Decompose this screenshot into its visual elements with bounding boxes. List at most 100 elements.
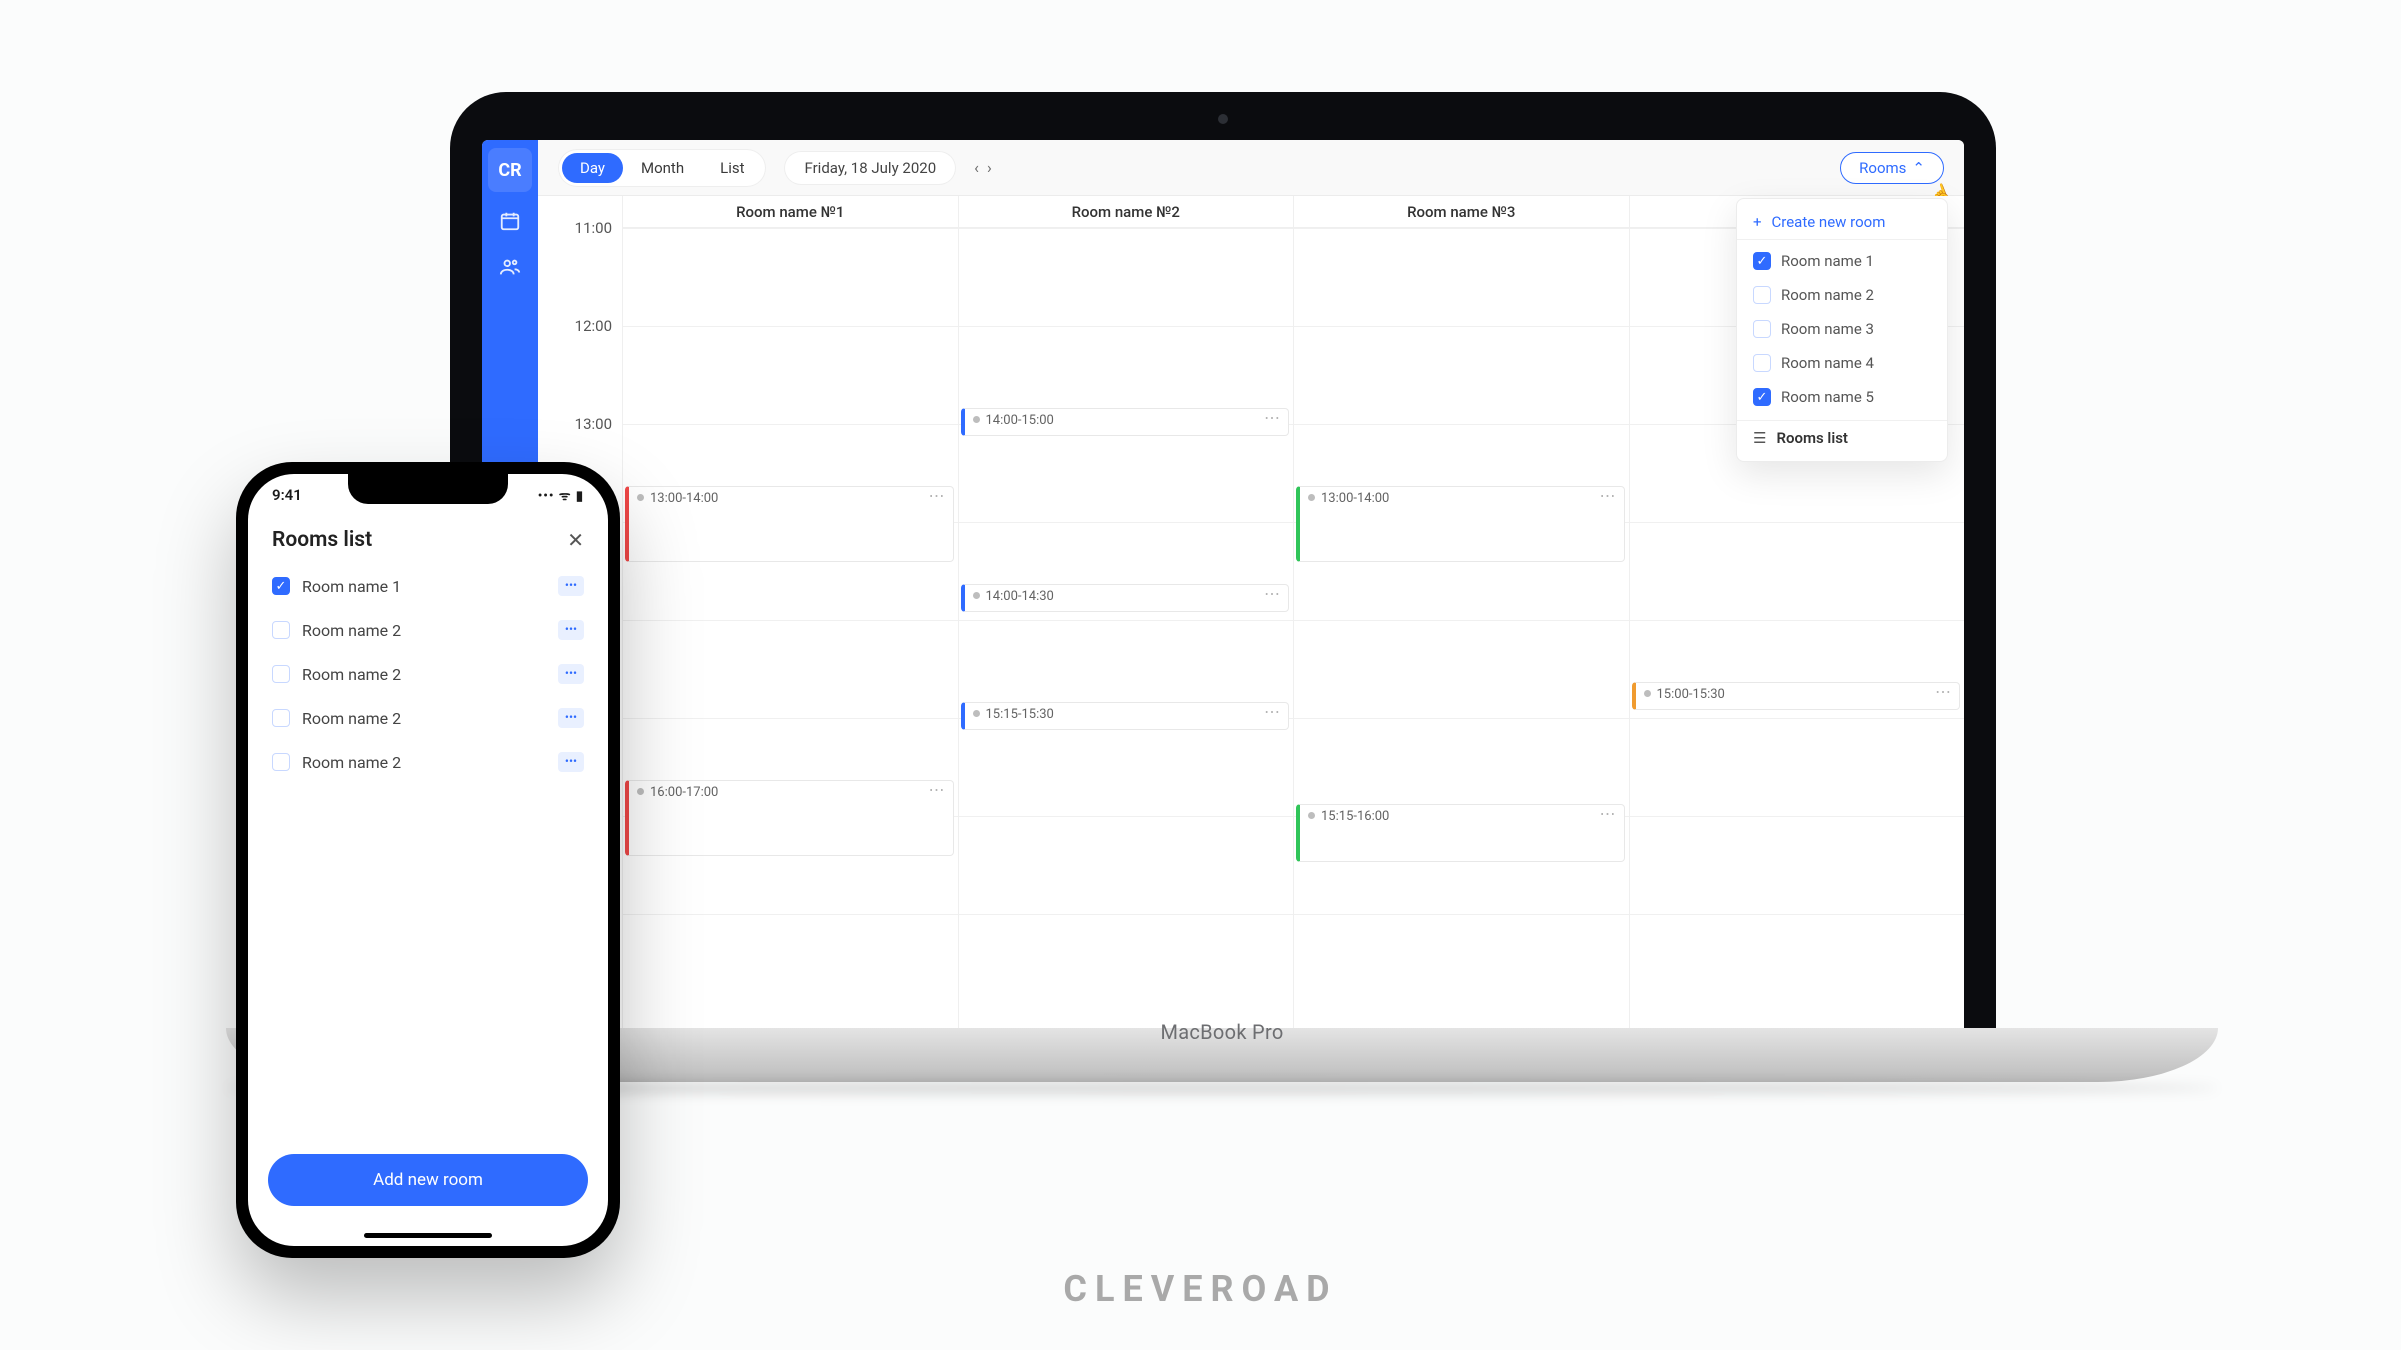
more-icon[interactable]: ••• — [558, 752, 584, 772]
calendar-event[interactable]: 15:15-15:30⋯ — [961, 702, 1290, 730]
view-segment: Day Month List — [558, 149, 766, 187]
checkbox-icon[interactable] — [272, 753, 290, 771]
hour-label: 13:00 — [575, 415, 612, 433]
room-column: Room name №1 13:00-14:00⋯ 16:00-17:00⋯ — [622, 196, 958, 1028]
event-more-icon[interactable]: ⋯ — [1264, 707, 1280, 717]
close-icon[interactable]: ✕ — [567, 528, 584, 552]
phone-title: Rooms list — [272, 528, 372, 552]
room-column: Room name №2 14:00-15:00⋯ 14:00-14:30⋯ 15:1… — [958, 196, 1294, 1028]
more-icon[interactable]: ••• — [558, 620, 584, 640]
event-more-icon[interactable]: ⋯ — [1600, 491, 1616, 501]
segment-month[interactable]: Month — [623, 153, 702, 183]
event-more-icon[interactable]: ⋯ — [1264, 413, 1280, 423]
room-filter-label: Room name 1 — [1781, 252, 1874, 270]
laptop-screen: CR Day Month List Friday, 18 July 2020 — [482, 140, 1964, 1028]
room-filter-item[interactable]: Room name 2 — [1737, 278, 1947, 312]
calendar-event[interactable]: 13:00-14:00⋯ — [1296, 486, 1625, 562]
event-more-icon[interactable]: ⋯ — [929, 785, 945, 795]
phone-room-item[interactable]: Room name 2 ••• — [264, 740, 592, 784]
hour-label: 11:00 — [575, 219, 612, 237]
phone-room-list: ✓Room name 1•••Room name 2•••Room name 2… — [248, 560, 608, 1142]
add-room-button[interactable]: Add new room — [268, 1154, 588, 1206]
phone-room-item[interactable]: Room name 2 ••• — [264, 608, 592, 652]
room-column-header: Room name №1 — [623, 196, 958, 228]
people-icon[interactable] — [499, 256, 521, 284]
checkbox-icon[interactable] — [272, 665, 290, 683]
room-filter-item[interactable]: ✓ Room name 1 — [1737, 244, 1947, 278]
phone-screen: 9:41 ••• ᯤ ▮ Rooms list ✕ ✓ Room name 1 ••… — [248, 474, 608, 1246]
phone-room-item[interactable]: ✓ Room name 1 ••• — [264, 564, 592, 608]
room-column-header: Room name №3 — [1294, 196, 1629, 228]
app-logo: CR — [488, 148, 532, 192]
room-filter-label: Room name 3 — [1781, 320, 1874, 338]
list-icon: ☰ — [1753, 429, 1766, 447]
brand-wordmark: CLEVEROAD — [1063, 1268, 1337, 1310]
checkbox-icon[interactable]: ✓ — [1753, 252, 1771, 270]
checkbox-icon[interactable] — [1753, 320, 1771, 338]
room-filter-item[interactable]: Room name 4 — [1737, 346, 1947, 380]
date-label[interactable]: Friday, 18 July 2020 — [784, 151, 956, 185]
desktop-app: CR Day Month List Friday, 18 July 2020 — [482, 140, 1964, 1028]
checkbox-icon[interactable] — [1753, 286, 1771, 304]
phone-header: Rooms list ✕ — [248, 504, 608, 560]
main-area: Day Month List Friday, 18 July 2020 ‹ › … — [538, 140, 1964, 1028]
phone-room-label: Room name 2 — [302, 621, 401, 640]
more-icon[interactable]: ••• — [558, 664, 584, 684]
laptop-label: MacBook Pro — [1160, 1020, 1283, 1044]
rooms-button-label: Rooms — [1859, 159, 1906, 177]
status-icons: ••• ᯤ ▮ — [538, 486, 584, 504]
phone-room-label: Room name 1 — [302, 577, 401, 596]
phone-room-label: Room name 2 — [302, 753, 401, 772]
phone-room-label: Room name 2 — [302, 709, 401, 728]
more-icon[interactable]: ••• — [558, 576, 584, 596]
calendar-event[interactable]: 14:00-14:30⋯ — [961, 584, 1290, 612]
checkbox-icon[interactable] — [1753, 354, 1771, 372]
event-more-icon[interactable]: ⋯ — [1935, 687, 1951, 697]
date-nav: ‹ › — [974, 158, 992, 177]
calendar-event[interactable]: 15:15-16:00⋯ — [1296, 804, 1625, 862]
calendar-event[interactable]: 16:00-17:00⋯ — [625, 780, 954, 856]
event-more-icon[interactable]: ⋯ — [1600, 809, 1616, 819]
room-column: Room name №3 13:00-14:00⋯ 15:15-16:00⋯ — [1293, 196, 1629, 1028]
checkbox-icon[interactable] — [272, 621, 290, 639]
rooms-list-link[interactable]: ☰ Rooms list — [1737, 421, 1947, 455]
phone-room-label: Room name 2 — [302, 665, 401, 684]
room-filter-label: Room name 2 — [1781, 286, 1874, 304]
chevron-up-icon: ⌃ — [1912, 159, 1925, 177]
prev-day-button[interactable]: ‹ — [974, 158, 979, 177]
segment-day[interactable]: Day — [562, 153, 623, 183]
rooms-dropdown: + Create new room ✓ Room name 1 Room name … — [1736, 198, 1948, 462]
checkbox-icon[interactable]: ✓ — [272, 577, 290, 595]
plus-icon: + — [1753, 213, 1762, 231]
checkbox-icon[interactable] — [272, 709, 290, 727]
rooms-list-label: Rooms list — [1776, 429, 1848, 447]
home-indicator — [364, 1233, 492, 1238]
laptop-frame: CR Day Month List Friday, 18 July 2020 — [450, 92, 1996, 1028]
create-room-button[interactable]: + Create new room — [1737, 205, 1947, 240]
calendar-icon[interactable] — [499, 210, 521, 238]
hour-label: 12:00 — [575, 317, 612, 335]
phone-notch — [348, 474, 508, 504]
event-more-icon[interactable]: ⋯ — [929, 491, 945, 501]
checkbox-icon[interactable]: ✓ — [1753, 388, 1771, 406]
rooms-dropdown-button[interactable]: Rooms ⌃ — [1840, 152, 1944, 184]
room-column-header: Room name №2 — [959, 196, 1294, 228]
room-filter-item[interactable]: Room name 3 — [1737, 312, 1947, 346]
phone-room-item[interactable]: Room name 2 ••• — [264, 696, 592, 740]
calendar-event[interactable]: 15:00-15:30⋯ — [1632, 682, 1961, 710]
room-filter-item[interactable]: ✓ Room name 5 — [1737, 380, 1947, 414]
phone-frame: 9:41 ••• ᯤ ▮ Rooms list ✕ ✓ Room name 1 ••… — [236, 462, 620, 1258]
more-icon[interactable]: ••• — [558, 708, 584, 728]
status-time: 9:41 — [272, 486, 302, 504]
segment-list[interactable]: List — [702, 153, 762, 183]
phone-room-item[interactable]: Room name 2 ••• — [264, 652, 592, 696]
next-day-button[interactable]: › — [987, 158, 992, 177]
room-filter-label: Room name 5 — [1781, 388, 1874, 406]
room-filter-label: Room name 4 — [1781, 354, 1874, 372]
calendar-event[interactable]: 14:00-15:00⋯ — [961, 408, 1290, 436]
camera-dot — [1218, 114, 1228, 124]
calendar-event[interactable]: 13:00-14:00⋯ — [625, 486, 954, 562]
event-more-icon[interactable]: ⋯ — [1264, 589, 1280, 599]
toolbar: Day Month List Friday, 18 July 2020 ‹ › … — [538, 140, 1964, 196]
create-room-label: Create new room — [1772, 213, 1886, 231]
